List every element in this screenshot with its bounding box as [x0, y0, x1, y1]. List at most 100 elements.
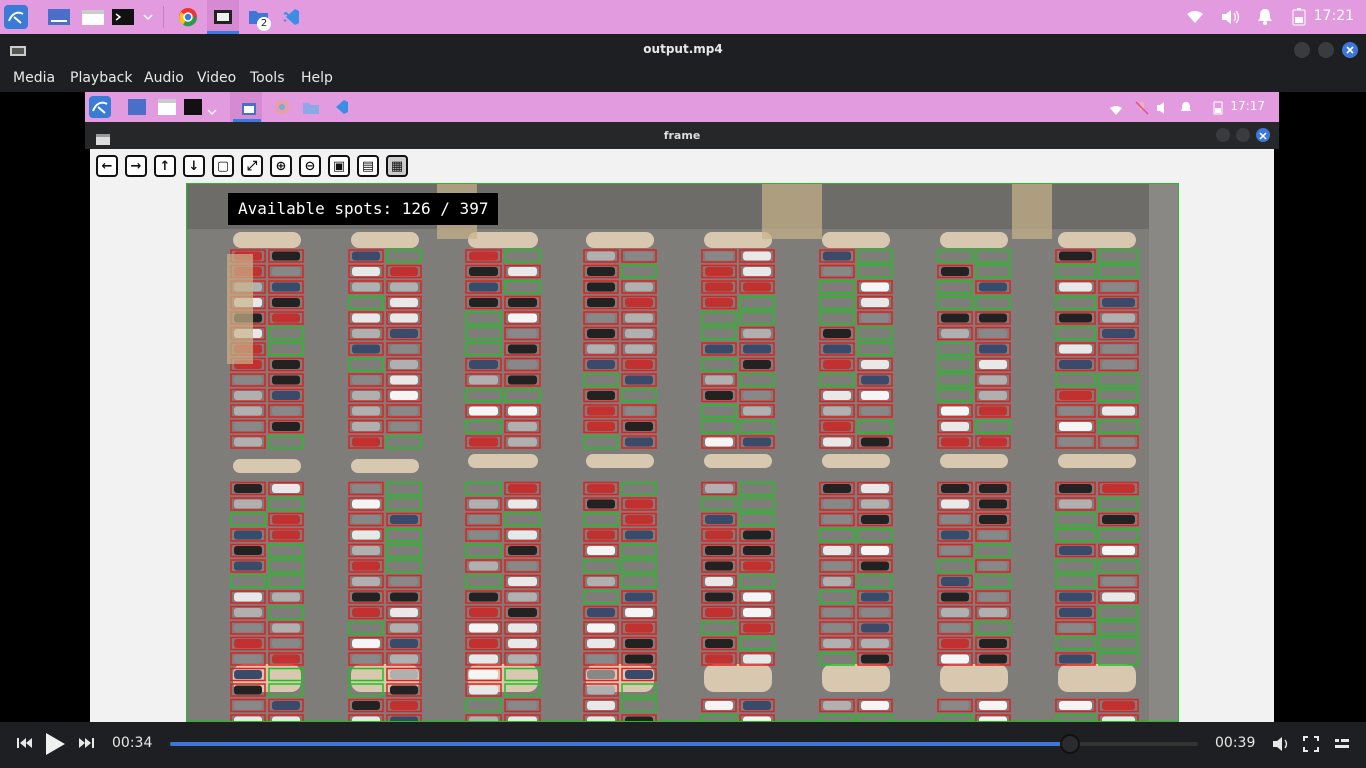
parked-car	[352, 484, 380, 493]
parked-car	[587, 251, 615, 261]
parked-car	[979, 344, 1007, 354]
parked-car	[941, 608, 969, 617]
menu-tools[interactable]: Tools	[250, 70, 285, 86]
chrome-icon[interactable]	[176, 5, 200, 29]
parked-car	[587, 344, 615, 354]
previous-button[interactable]	[16, 736, 34, 754]
close-button[interactable]	[1342, 42, 1358, 58]
frame-maximize-button[interactable]	[1236, 128, 1250, 142]
tool-zoom-in-button[interactable]: ⊕	[270, 155, 292, 177]
frame-minimize-button[interactable]	[1216, 128, 1230, 142]
minimize-button[interactable]	[1294, 42, 1310, 58]
parked-car	[508, 577, 537, 586]
inner-window-icon	[242, 100, 256, 119]
inner-wifi-icon	[1109, 101, 1123, 120]
wifi-icon[interactable]	[1183, 5, 1207, 29]
parked-car	[508, 422, 537, 431]
parked-car	[352, 701, 380, 710]
volume-icon[interactable]	[1218, 5, 1242, 29]
menu-media[interactable]: Media	[13, 70, 55, 86]
chevron-down-icon[interactable]	[136, 5, 160, 29]
seek-bar[interactable]	[170, 734, 1198, 754]
parked-car	[1102, 701, 1135, 710]
parked-car	[234, 639, 262, 648]
hatched-zone	[1012, 184, 1052, 239]
parked-car	[1059, 654, 1092, 664]
vscode-icon[interactable]	[279, 5, 303, 29]
parked-car	[390, 592, 418, 602]
inner-chrome-icon	[274, 99, 290, 119]
tool-zoom-out-button[interactable]: ⊖	[299, 155, 321, 177]
tool-save-button[interactable]: ▣	[328, 155, 350, 177]
parked-car	[352, 267, 380, 276]
parked-car	[352, 639, 380, 648]
playlist-button[interactable]	[1335, 737, 1349, 755]
parked-car	[743, 546, 771, 555]
tool-pan-up-button[interactable]: ↑	[154, 155, 176, 177]
parked-car	[352, 561, 380, 571]
parked-car	[625, 360, 653, 369]
tool-pan-left-button[interactable]: ←	[96, 155, 118, 177]
island-mid	[468, 454, 538, 468]
tool-zoom-fit-button[interactable]: ▢	[212, 155, 234, 177]
frame-close-icon	[1259, 132, 1267, 140]
video-player-icon[interactable]	[211, 5, 235, 29]
parked-car	[234, 406, 262, 416]
terminal-icon[interactable]	[111, 5, 135, 29]
parked-car	[234, 546, 262, 555]
maximize-button[interactable]	[1318, 42, 1334, 58]
parked-car	[390, 515, 418, 524]
menu-help[interactable]: Help	[301, 70, 333, 86]
parked-car	[352, 344, 380, 354]
parked-car	[1102, 344, 1135, 354]
fullscreen-button[interactable]	[1303, 736, 1319, 756]
parked-car	[469, 251, 498, 261]
parked-car	[861, 375, 889, 385]
seek-handle[interactable]	[1059, 734, 1080, 754]
workspace-icon[interactable]	[47, 5, 71, 29]
parked-car	[861, 639, 889, 648]
close-icon	[1346, 46, 1354, 54]
battery-icon[interactable]	[1287, 5, 1311, 29]
parked-car	[390, 685, 418, 695]
parked-car	[861, 391, 889, 400]
tool-pan-down-button[interactable]: ↓	[183, 155, 205, 177]
parked-car	[743, 406, 771, 416]
menu-playback[interactable]: Playback	[70, 70, 132, 86]
parked-car	[743, 592, 771, 602]
tool-pan-right-button[interactable]: →	[125, 155, 147, 177]
menu-audio[interactable]: Audio	[144, 70, 184, 86]
parked-car	[390, 313, 418, 323]
parked-car	[625, 499, 653, 509]
parked-car	[234, 670, 262, 679]
tool-properties-button[interactable]: ▦	[386, 155, 408, 177]
parked-car	[861, 654, 889, 664]
mute-button[interactable]	[1272, 736, 1290, 756]
menu-video[interactable]: Video	[197, 70, 236, 86]
hatched-zone	[227, 254, 253, 364]
parked-car	[1102, 546, 1135, 555]
frame-close-button[interactable]	[1256, 128, 1270, 142]
parked-car	[705, 344, 733, 354]
taskbar-divider	[163, 6, 164, 28]
kali-menu-icon[interactable]	[4, 5, 28, 29]
parked-car	[508, 437, 537, 447]
parked-car	[469, 515, 498, 524]
parked-car	[272, 360, 300, 369]
bell-icon[interactable]	[1253, 5, 1277, 29]
file-manager-icon[interactable]	[81, 5, 105, 29]
parked-car	[234, 592, 262, 602]
parked-car	[272, 406, 300, 416]
parked-car	[352, 313, 380, 323]
tool-zoom-original-button[interactable]: ⤢	[241, 155, 263, 177]
parked-car	[469, 375, 498, 385]
parked-car	[587, 654, 615, 664]
play-button[interactable]	[44, 732, 66, 760]
next-button[interactable]	[77, 736, 95, 754]
playlist-icon	[1335, 739, 1349, 748]
parked-car	[625, 313, 653, 323]
parked-car	[1102, 360, 1135, 369]
parked-car	[587, 670, 615, 679]
parked-car	[1102, 313, 1135, 323]
tool-copy-button[interactable]: ▤	[357, 155, 379, 177]
